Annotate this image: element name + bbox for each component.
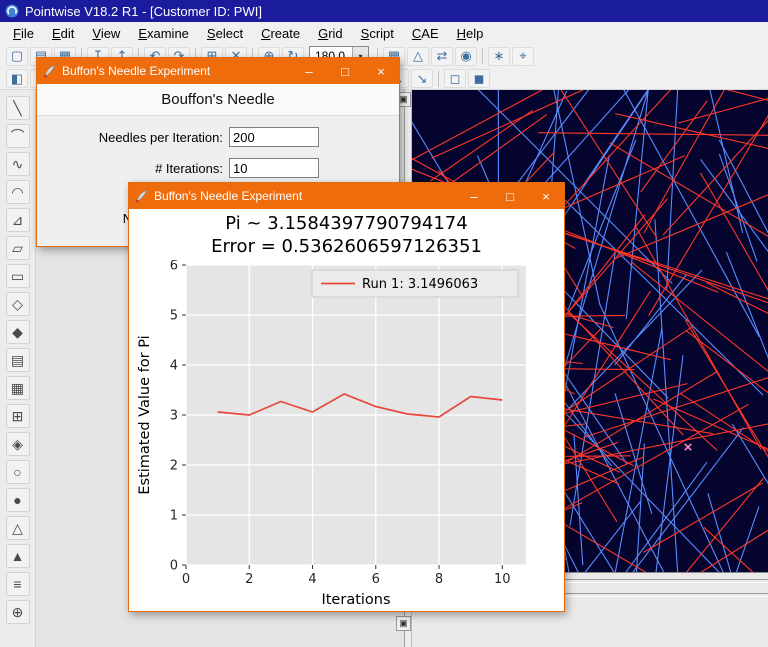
triangle-tool-icon[interactable]: ⊿ [5,208,30,232]
probe-icon[interactable]: ⌖ [512,46,534,66]
view-sphere-icon[interactable]: ◉ [455,46,477,66]
menu-item-help[interactable]: Help [448,24,493,43]
needles-per-iteration-label: Needles per Iteration: [98,129,223,145]
menu-item-file[interactable]: File [4,24,43,43]
y-tick-label: 6 [170,260,178,274]
y-axis-label: Estimated Value for Pi [137,335,153,494]
grid-tool-icon[interactable]: ▦ [5,376,30,400]
menu-item-cae[interactable]: CAE [403,24,448,43]
y-tick-label: 1 [170,509,178,524]
menu-item-grid[interactable]: Grid [309,24,352,43]
add-tool-icon[interactable]: ⊕ [5,600,30,624]
legend-label: Run 1: 3.1496063 [362,277,478,292]
pi-error-text: Error = 0.5362606597126351 [211,236,482,257]
separator [482,48,483,64]
x-tick-label: 8 [435,572,443,587]
menu-item-examine[interactable]: Examine [129,24,198,43]
iterations-label: # Iterations: [155,160,223,176]
axes-icon[interactable]: ∗ [488,46,510,66]
close-button[interactable]: × [363,58,399,84]
tk-feather-icon [43,65,56,78]
y-tick-label: 0 [170,559,178,574]
buffon-results-dialog: Buffon's Needle Experiment – □ × Pi ~ 3.… [128,182,565,612]
wireframe-icon[interactable]: ◻ [444,69,466,88]
layers-icon[interactable]: ≡ [5,572,30,596]
solid-diamond-tool-icon[interactable]: ◆ [5,320,30,344]
maximize-button[interactable]: □ [492,183,528,209]
menu-item-create[interactable]: Create [252,24,309,43]
line-tool-icon[interactable]: ╲ [5,96,30,120]
x-tick-label: 10 [494,572,511,587]
needles-per-iteration-input[interactable] [229,127,319,147]
rect-tool-icon[interactable]: ▭ [5,264,30,288]
solver-icon[interactable]: △ [407,46,429,66]
panel-toggle-icon[interactable]: ▣ [396,616,411,631]
window-title: Pointwise V18.2 R1 - [Customer ID: PWI] [25,3,262,19]
pi-estimate-text: Pi ~ 3.1584397790794174 [225,213,468,234]
plane-tool-icon[interactable]: ▱ [5,236,30,260]
y-tick-label: 4 [170,359,178,374]
circle-tool-icon[interactable]: ○ [5,460,30,484]
dialog-titlebar[interactable]: Buffon's Needle Experiment – □ × [129,183,564,209]
window-titlebar[interactable]: Pointwise V18.2 R1 - [Customer ID: PWI] [0,0,768,22]
x-tick-label: 2 [245,572,253,587]
left-toolbar: ╲ ⌒ ∿ ◠ ⊿ ▱ ▭ ◇ ◆ ▤ ▦ ⊞ ◈ ○ ● △ ▲ ≡ ⊕ [0,90,36,647]
separator [438,70,439,87]
pi-chart: 0 1 2 3 4 5 6 0 2 4 6 8 10 Run 1: 3.1496063 Iterations… [137,260,526,608]
diamond-tool-icon[interactable]: ◇ [5,292,30,316]
dialog-titlebar[interactable]: Buffon's Needle Experiment – □ × [37,58,399,84]
maximize-button[interactable]: □ [327,58,363,84]
menu-item-select[interactable]: Select [198,24,252,43]
new-file-icon[interactable]: ▢ [6,46,28,66]
tk-feather-icon [135,190,148,203]
dimension-icon[interactable]: ⇄ [431,46,453,66]
close-button[interactable]: × [528,183,564,209]
select-entity-icon[interactable]: ◧ [6,69,28,88]
selection-marker: × [684,439,693,456]
iterations-input[interactable] [229,158,319,178]
menu-item-edit[interactable]: Edit [43,24,83,43]
gem-tool-icon[interactable]: ◈ [5,432,30,456]
y-tick-label: 3 [170,409,178,424]
tri-outline-tool-icon[interactable]: △ [5,516,30,540]
x-axis-label: Iterations [321,592,390,608]
shaded-icon[interactable]: ◼ [468,69,490,88]
y-tick-label: 2 [170,459,178,474]
zoom-box-icon[interactable]: ↘ [411,69,433,88]
block-tool-icon[interactable]: ⊞ [5,404,30,428]
minimize-button[interactable]: – [291,58,327,84]
curve-tool-icon[interactable]: ◠ [5,180,30,204]
x-tick-label: 6 [372,572,380,587]
pointwise-logo-icon [5,4,19,18]
menu-item-view[interactable]: View [83,24,129,43]
x-tick-label: 4 [308,572,316,587]
mesh-tool-icon[interactable]: ▤ [5,348,30,372]
dialog-title: Buffon's Needle Experiment [62,64,211,78]
arc-tool-icon[interactable]: ⌒ [5,124,30,148]
dialog-heading: Bouffon's Needle [37,84,399,116]
y-tick-label: 5 [170,309,178,324]
dialog-title: Buffon's Needle Experiment [154,189,303,203]
spline-tool-icon[interactable]: ∿ [5,152,30,176]
point-tool-icon[interactable]: ● [5,488,30,512]
minimize-button[interactable]: – [456,183,492,209]
tri-solid-tool-icon[interactable]: ▲ [5,544,30,568]
menu-bar: File Edit View Examine Select Create Grid Scrip… [0,22,768,44]
menu-item-script[interactable]: Script [352,24,403,43]
x-tick-label: 0 [182,572,190,587]
